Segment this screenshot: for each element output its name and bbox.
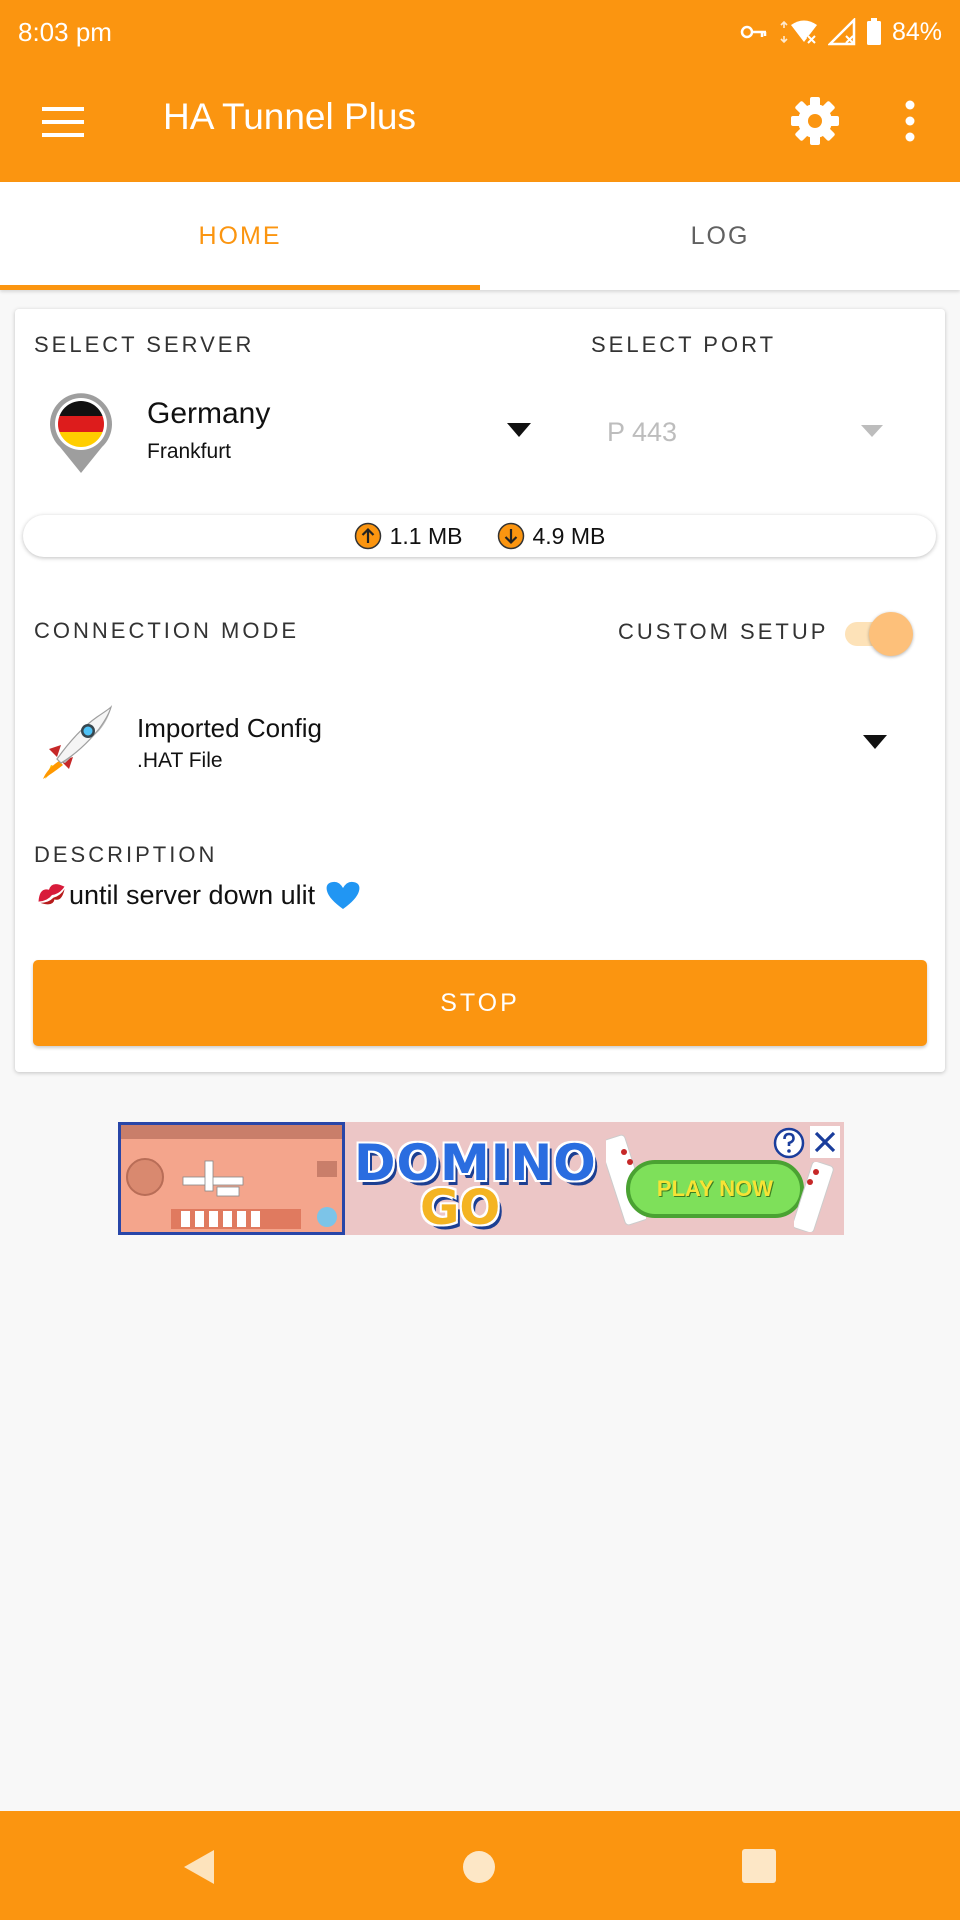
ad-play-now-button[interactable]: PLAY NOW xyxy=(626,1160,804,1218)
nav-back-icon[interactable] xyxy=(180,1847,220,1887)
connection-card: SELECT SERVER SELECT PORT Germany Frankf… xyxy=(15,309,945,1072)
custom-setup-label: CUSTOM SETUP xyxy=(618,619,829,644)
battery-percent: 84% xyxy=(891,17,942,46)
traffic-stats: 1.1 MB 4.9 MB xyxy=(23,515,936,557)
domino-tile-right-image xyxy=(794,1162,834,1232)
server-city: Frankfurt xyxy=(147,440,232,463)
upload-value: 1.1 MB xyxy=(389,522,463,549)
mode-dropdown-arrow-icon[interactable] xyxy=(863,735,887,749)
description-text: until server down ulit xyxy=(35,879,363,911)
port-select[interactable]: P 443 xyxy=(607,417,677,448)
upload-arrow-icon xyxy=(354,522,381,550)
ad-info-icon[interactable] xyxy=(772,1126,806,1160)
ad-banner[interactable]: DOMINO GO PLAY NOW xyxy=(118,1122,844,1235)
connection-mode-name[interactable]: Imported Config xyxy=(137,713,322,744)
download-value: 4.9 MB xyxy=(532,522,606,549)
domino-board-image xyxy=(121,1125,342,1229)
ad-logo-line2: GO xyxy=(420,1180,501,1235)
wifi-icon xyxy=(780,20,817,45)
upload-stat: 1.1 MB xyxy=(354,522,463,550)
blue-heart-icon xyxy=(326,881,360,909)
description-value: until server down ulit xyxy=(69,879,316,910)
custom-setup-toggle[interactable] xyxy=(843,607,913,661)
select-server-label: SELECT SERVER xyxy=(34,332,255,357)
status-icons: 84% xyxy=(740,18,942,47)
connection-mode-file: .HAT File xyxy=(137,749,223,772)
stop-button[interactable]: STOP xyxy=(33,960,927,1046)
status-bar: 8:03 pm 84% xyxy=(0,0,960,64)
more-vert-icon[interactable] xyxy=(890,96,930,146)
tab-home[interactable]: HOME xyxy=(0,182,480,290)
germany-flag-pin-icon[interactable] xyxy=(48,391,114,475)
tab-log[interactable]: LOG xyxy=(480,182,960,290)
download-arrow-icon xyxy=(497,522,524,550)
rocket-icon xyxy=(43,705,113,779)
app-title: HA Tunnel Plus xyxy=(163,96,416,137)
connection-mode-label: CONNECTION MODE xyxy=(34,618,299,643)
battery-icon xyxy=(866,18,881,45)
system-nav-bar xyxy=(0,1811,960,1920)
port-dropdown-arrow-icon[interactable] xyxy=(861,425,883,437)
tab-bar: HOME LOG xyxy=(0,182,960,290)
download-stat: 4.9 MB xyxy=(497,522,606,550)
ad-game-preview-image xyxy=(118,1122,345,1235)
nav-recents-icon[interactable] xyxy=(740,1847,778,1885)
vpn-key-icon xyxy=(740,25,767,39)
app-bar: HA Tunnel Plus xyxy=(0,64,960,182)
toggle-thumb xyxy=(869,612,913,656)
kiss-mark-icon xyxy=(38,884,65,905)
hamburger-menu-icon[interactable] xyxy=(40,100,86,146)
status-time: 8:03 pm xyxy=(18,16,112,47)
server-dropdown-arrow-icon[interactable] xyxy=(507,423,531,437)
gear-icon[interactable] xyxy=(790,96,840,146)
select-port-label: SELECT PORT xyxy=(591,332,777,357)
signal-icon xyxy=(827,18,856,46)
nav-home-icon[interactable] xyxy=(459,1847,499,1887)
server-name[interactable]: Germany xyxy=(147,397,270,431)
ad-close-icon[interactable] xyxy=(810,1126,840,1158)
description-label: DESCRIPTION xyxy=(34,842,218,867)
